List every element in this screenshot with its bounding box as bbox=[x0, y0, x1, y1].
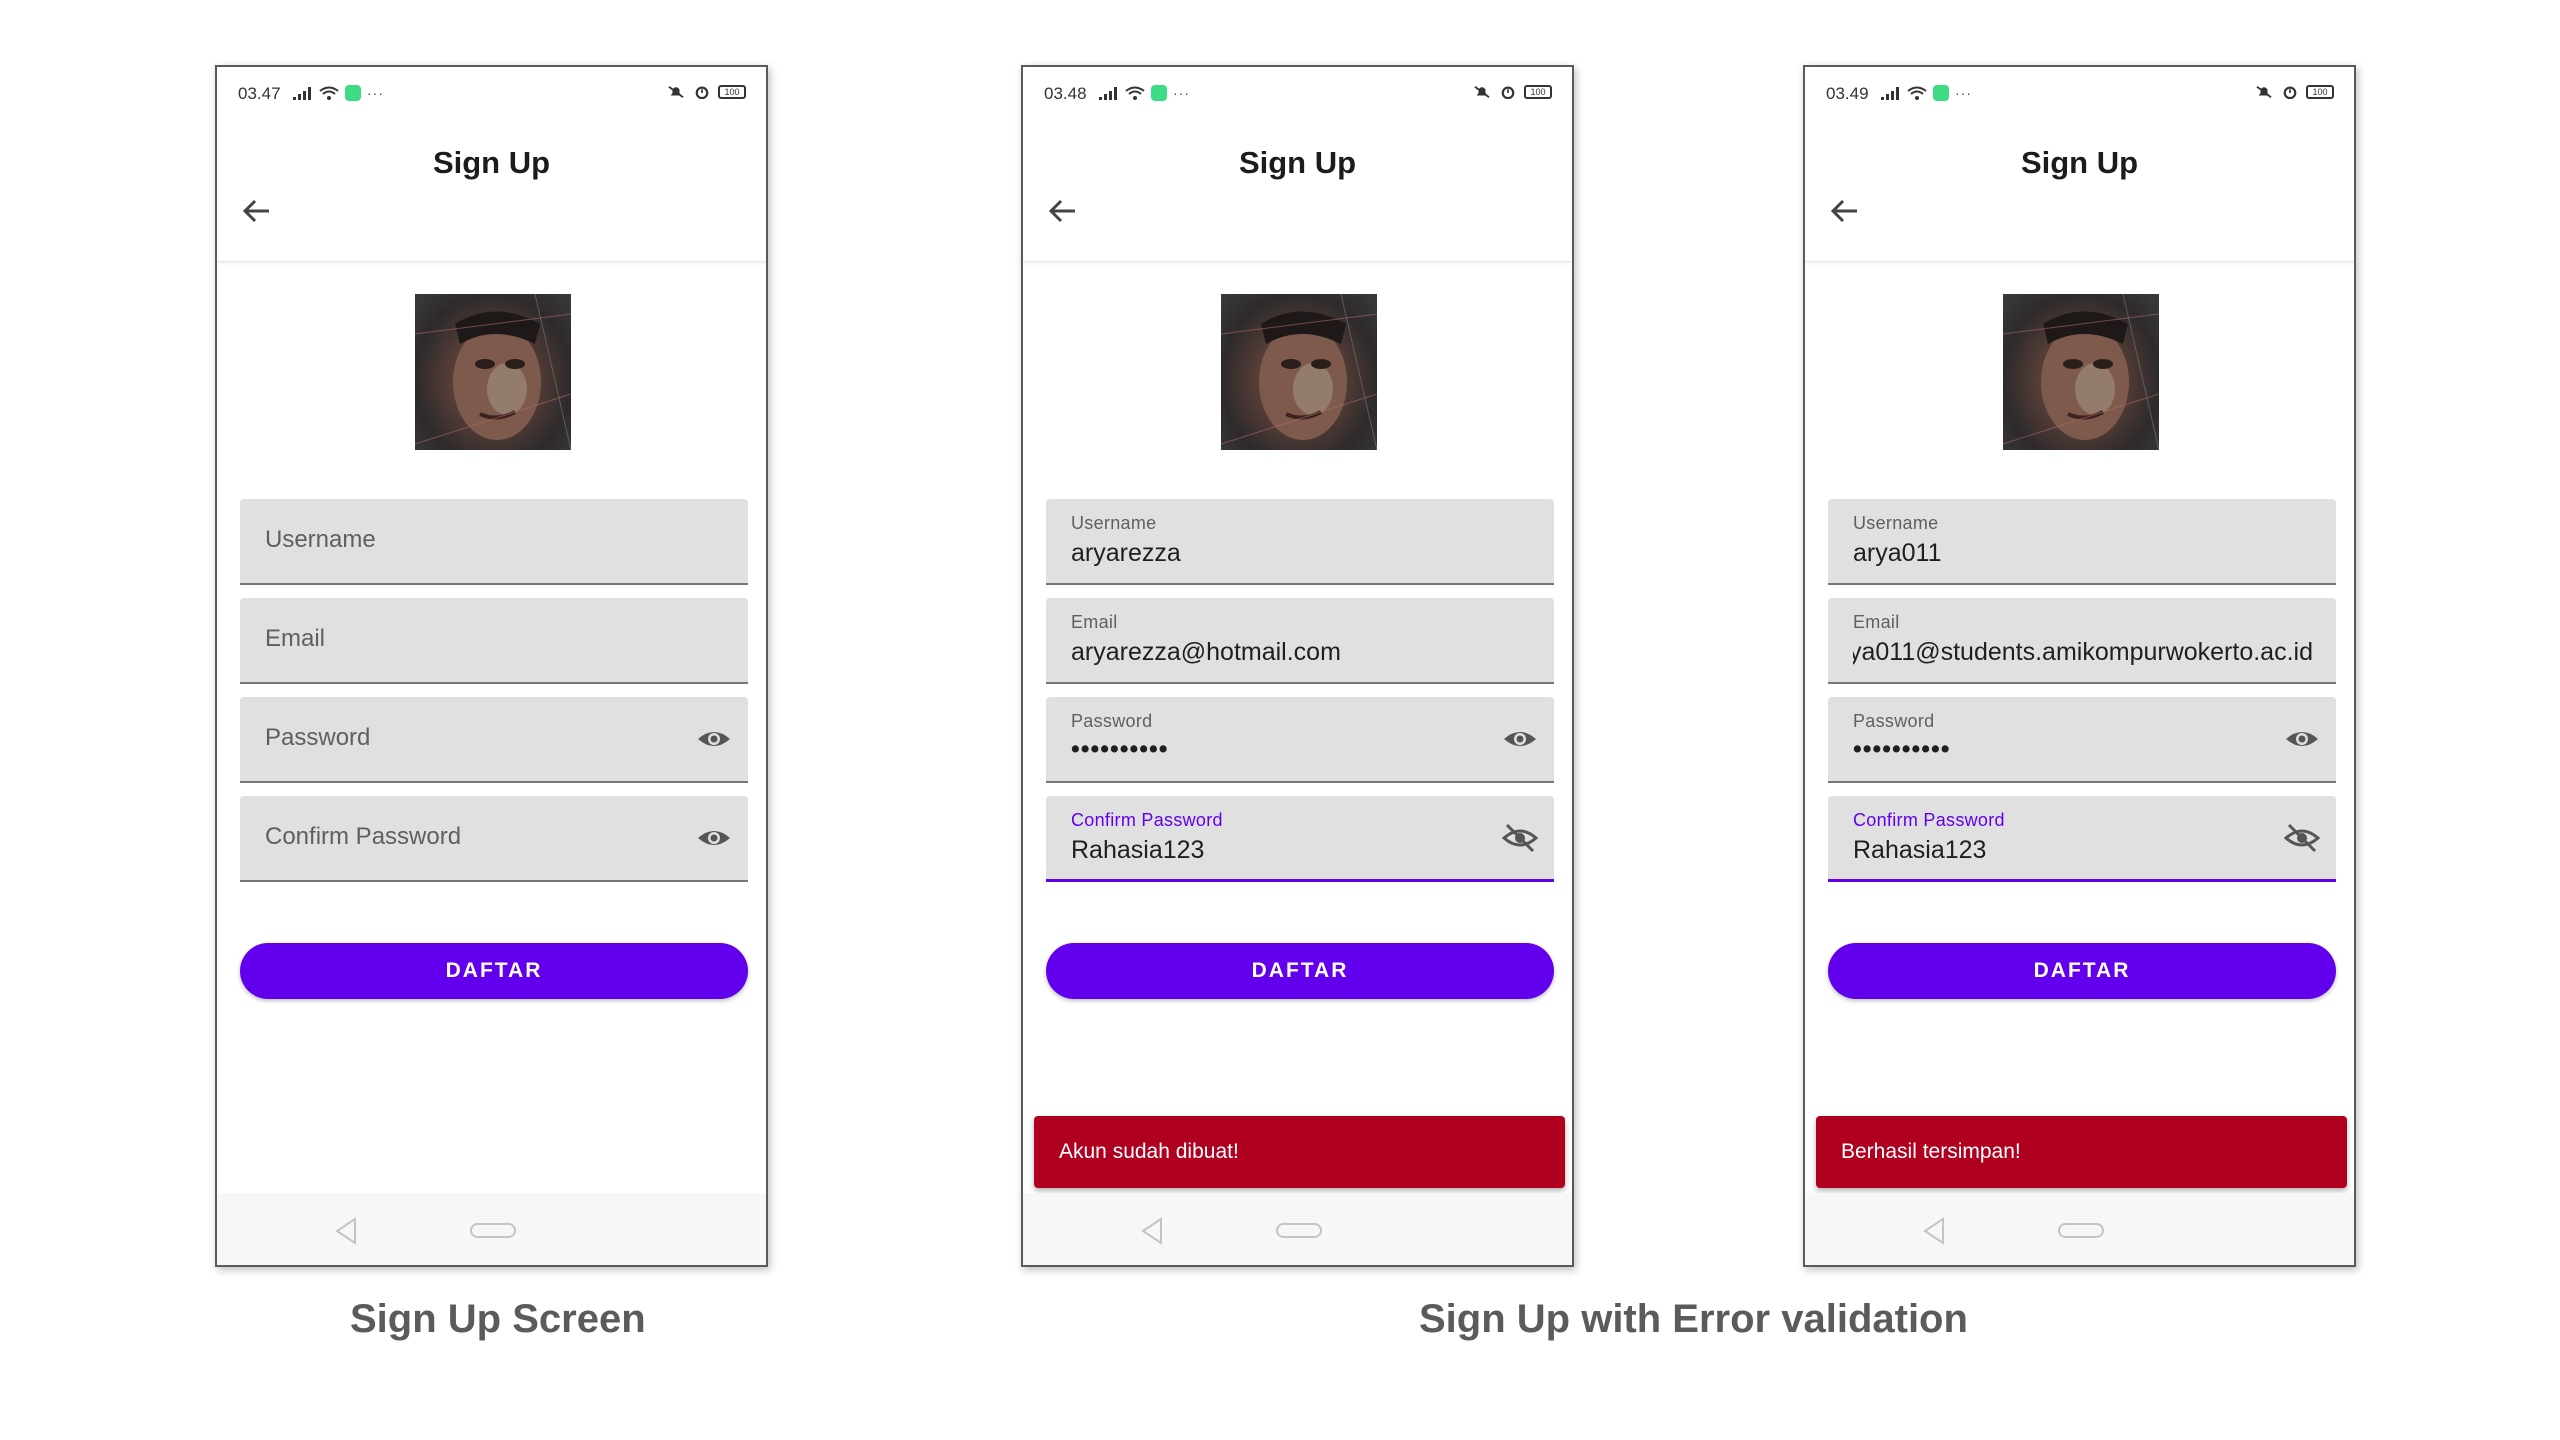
profile-avatar bbox=[2003, 294, 2159, 450]
email-field[interactable]: Email aryarezza@hotmail.com bbox=[1046, 598, 1554, 684]
password-value: •••••••••• bbox=[1853, 735, 1951, 763]
email-label: Email bbox=[1071, 612, 1118, 632]
face-photo bbox=[1221, 294, 1377, 450]
battery-icon: 100 bbox=[1524, 85, 1552, 99]
email-value: aryarezza@hotmail.com bbox=[1071, 638, 1341, 666]
password-field[interactable]: Password •••••••••• bbox=[1046, 697, 1554, 783]
confirm-password-label: Confirm Password bbox=[1071, 810, 1223, 830]
status-time: 03.47 bbox=[238, 84, 281, 103]
snackbar-message: Akun sudah dibuat! bbox=[1034, 1116, 1565, 1188]
confirm-password-field[interactable]: Confirm Password Rahasia123 bbox=[1828, 796, 2336, 882]
caption-signup-screen: Sign Up Screen bbox=[350, 1297, 646, 1341]
mute-icon bbox=[668, 86, 684, 98]
nav-home-icon[interactable] bbox=[2058, 1223, 2104, 1238]
confirm-password-placeholder: Confirm Password bbox=[265, 823, 462, 850]
username-field[interactable]: Username bbox=[240, 499, 748, 585]
wifi-icon bbox=[1125, 86, 1145, 100]
confirm-password-field[interactable]: Confirm Password bbox=[240, 796, 748, 882]
system-nav-bar bbox=[1023, 1193, 1572, 1265]
nav-back-icon[interactable] bbox=[1921, 1217, 1947, 1245]
password-field[interactable]: Password •••••••••• bbox=[1828, 697, 2336, 783]
page-title: Sign Up bbox=[432, 145, 551, 180]
app-bar bbox=[217, 123, 766, 262]
username-label: Username bbox=[1853, 513, 1939, 533]
eye-off-icon[interactable] bbox=[1502, 822, 1538, 854]
alarm-icon bbox=[695, 86, 709, 99]
username-value: arya011 bbox=[1853, 539, 1942, 567]
password-field[interactable]: Password bbox=[240, 697, 748, 783]
mute-icon bbox=[2256, 86, 2272, 98]
more-notifications-icon: ··· bbox=[367, 85, 384, 101]
phone-screen-signup-filled: 03.48 ··· 100 Sign Up Username aryarezza… bbox=[1021, 65, 1574, 1267]
battery-icon: 100 bbox=[2306, 85, 2334, 99]
email-field[interactable]: Email bbox=[240, 598, 748, 684]
username-field[interactable]: Username arya011 bbox=[1828, 499, 2336, 585]
status-time: 03.48 bbox=[1044, 84, 1087, 103]
status-bar: 03.47 ··· 100 bbox=[217, 67, 766, 123]
page-title: Sign Up bbox=[2020, 145, 2139, 180]
confirm-password-field[interactable]: Confirm Password Rahasia123 bbox=[1046, 796, 1554, 882]
phone-screen-signup: 03.47 ··· 100 Sign Up Username Email Pas… bbox=[215, 65, 768, 1267]
eye-icon[interactable] bbox=[1502, 723, 1538, 755]
alarm-icon bbox=[2283, 86, 2297, 99]
status-time: 03.49 bbox=[1826, 84, 1869, 103]
snackbar-message: Berhasil tersimpan! bbox=[1816, 1116, 2347, 1188]
profile-avatar bbox=[415, 294, 571, 450]
nav-back-icon[interactable] bbox=[333, 1217, 359, 1245]
nav-home-icon[interactable] bbox=[1276, 1223, 1322, 1238]
eye-icon[interactable] bbox=[2284, 723, 2320, 755]
email-field[interactable]: Email arya011@students.amikompurwokerto.… bbox=[1828, 598, 2336, 684]
wifi-icon bbox=[1907, 86, 1927, 100]
app-bar bbox=[1023, 123, 1572, 262]
caption-error-validation: Sign Up with Error validation bbox=[1419, 1297, 1968, 1341]
password-value: •••••••••• bbox=[1071, 735, 1169, 763]
back-arrow-icon[interactable] bbox=[1045, 193, 1081, 229]
back-arrow-icon[interactable] bbox=[239, 193, 275, 229]
wifi-icon bbox=[319, 86, 339, 100]
confirm-password-value: Rahasia123 bbox=[1071, 836, 1205, 864]
notification-app-icon bbox=[345, 85, 361, 101]
face-photo bbox=[415, 294, 571, 450]
profile-avatar bbox=[1221, 294, 1377, 450]
system-nav-bar bbox=[1805, 1193, 2354, 1265]
status-bar: 03.48 ··· 100 bbox=[1023, 67, 1572, 123]
status-bar: 03.49 ··· 100 bbox=[1805, 67, 2354, 123]
signal-icon bbox=[1099, 87, 1117, 100]
eye-icon[interactable] bbox=[696, 723, 732, 755]
notification-app-icon bbox=[1151, 85, 1167, 101]
battery-icon: 100 bbox=[718, 85, 746, 99]
nav-home-icon[interactable] bbox=[470, 1223, 516, 1238]
username-value: aryarezza bbox=[1071, 539, 1181, 567]
email-label: Email bbox=[1853, 612, 1900, 632]
system-nav-bar bbox=[217, 1193, 766, 1265]
email-placeholder: Email bbox=[265, 625, 326, 652]
alarm-icon bbox=[1501, 86, 1515, 99]
daftar-button[interactable]: DAFTAR bbox=[240, 943, 748, 999]
more-notifications-icon: ··· bbox=[1173, 85, 1190, 101]
phone-screen-signup-saved: 03.49 ··· 100 Sign Up Username arya011 E… bbox=[1803, 65, 2356, 1267]
password-label: Password bbox=[1071, 711, 1153, 731]
eye-icon[interactable] bbox=[696, 822, 732, 854]
username-placeholder: Username bbox=[265, 526, 376, 553]
email-value: arya011@students.amikompurwokerto.ac.id bbox=[1853, 638, 2313, 666]
notification-app-icon bbox=[1933, 85, 1949, 101]
confirm-password-value: Rahasia123 bbox=[1853, 836, 1987, 864]
app-bar bbox=[1805, 123, 2354, 262]
daftar-button[interactable]: DAFTAR bbox=[1828, 943, 2336, 999]
confirm-password-label: Confirm Password bbox=[1853, 810, 2005, 830]
password-placeholder: Password bbox=[265, 724, 371, 751]
daftar-button[interactable]: DAFTAR bbox=[1046, 943, 1554, 999]
back-arrow-icon[interactable] bbox=[1827, 193, 1863, 229]
username-field[interactable]: Username aryarezza bbox=[1046, 499, 1554, 585]
face-photo bbox=[2003, 294, 2159, 450]
page-title: Sign Up bbox=[1238, 145, 1357, 180]
nav-back-icon[interactable] bbox=[1139, 1217, 1165, 1245]
eye-off-icon[interactable] bbox=[2284, 822, 2320, 854]
signal-icon bbox=[293, 87, 311, 100]
username-label: Username bbox=[1071, 513, 1157, 533]
password-label: Password bbox=[1853, 711, 1935, 731]
more-notifications-icon: ··· bbox=[1955, 85, 1972, 101]
signal-icon bbox=[1881, 87, 1899, 100]
mute-icon bbox=[1474, 86, 1490, 98]
